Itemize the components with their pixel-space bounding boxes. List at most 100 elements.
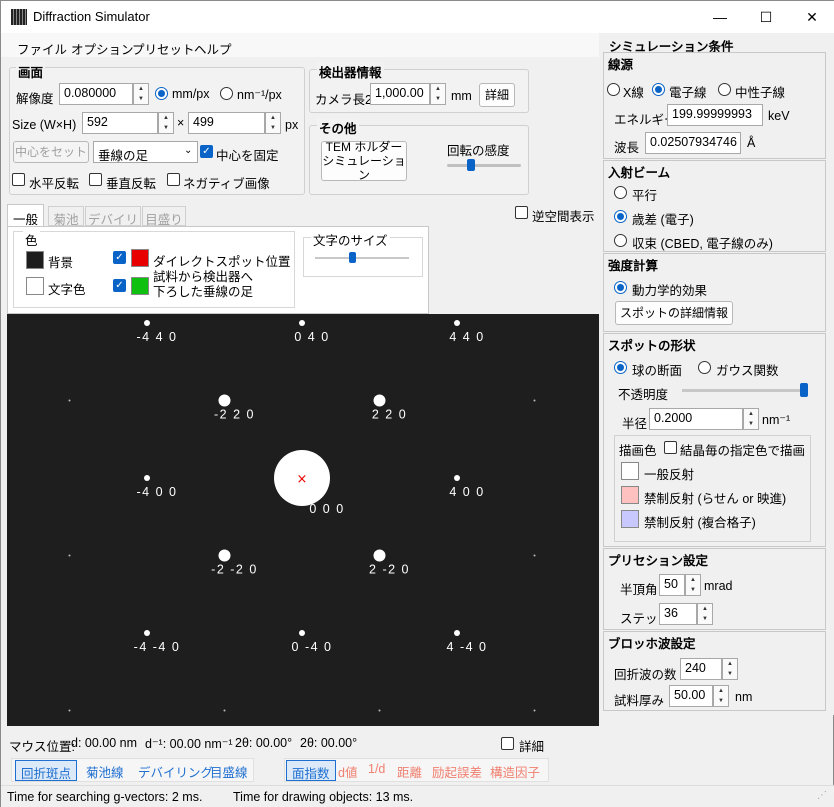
- fix-center-checkbox[interactable]: ✓: [200, 145, 213, 158]
- camera-length-input[interactable]: 1,000.00: [370, 83, 430, 105]
- center-select[interactable]: 垂線の足 ⌄: [93, 141, 198, 163]
- height-input[interactable]: 499: [188, 112, 265, 134]
- general-reflection-swatch[interactable]: [621, 462, 639, 480]
- resize-grip-icon[interactable]: ⋰: [817, 790, 827, 801]
- diffraction-spot[interactable]: [299, 320, 305, 326]
- toggle-distance[interactable]: 距離: [392, 760, 427, 781]
- width-stepper[interactable]: ▲ ▼: [158, 112, 174, 134]
- diffraction-spot[interactable]: [373, 394, 386, 407]
- diffraction-spot[interactable]: [373, 549, 386, 562]
- wavelength-label: 波長: [614, 141, 640, 155]
- width-input[interactable]: 592: [82, 112, 158, 134]
- minimize-button[interactable]: —: [697, 1, 743, 33]
- font-size-slider-track[interactable]: [315, 257, 409, 259]
- half-angle-stepper[interactable]: ▲ ▼: [685, 574, 701, 596]
- wave-count-stepper[interactable]: ▲ ▼: [722, 658, 738, 680]
- menu-options[interactable]: オプション: [71, 39, 134, 58]
- wavelength-input[interactable]: 0.02507934746: [645, 132, 741, 154]
- vflip-checkbox[interactable]: [89, 173, 102, 186]
- diffraction-canvas[interactable]: -4 4 0 0 4 0 4 4 0 -2 2 0 2 2 0 -4 0 0 0 0 0 4 …: [7, 244, 599, 726]
- menu-help[interactable]: ヘルプ: [194, 39, 232, 58]
- reciprocal-checkbox[interactable]: [515, 206, 528, 219]
- toggle-kikuchi[interactable]: 菊池線: [81, 760, 129, 781]
- maximize-button[interactable]: ☐: [743, 1, 789, 33]
- toggle-dvalue[interactable]: d値: [333, 760, 362, 781]
- opacity-slider-track[interactable]: [682, 389, 806, 392]
- tab-debye[interactable]: デバイリン: [85, 206, 141, 246]
- half-angle-input[interactable]: 50: [659, 574, 685, 596]
- parallel-radio[interactable]: [614, 186, 627, 199]
- spot-detail-button[interactable]: スポットの詳細情報: [615, 301, 733, 325]
- height-stepper[interactable]: ▲ ▼: [265, 112, 281, 134]
- diffraction-spot[interactable]: [299, 630, 305, 636]
- foot-color-swatch[interactable]: [131, 277, 149, 295]
- diffraction-spot[interactable]: [454, 475, 460, 481]
- diffraction-spot[interactable]: [144, 630, 150, 636]
- diffraction-spot[interactable]: [218, 394, 231, 407]
- sphere-radio[interactable]: [614, 361, 627, 374]
- unit-nm-radio[interactable]: [220, 87, 233, 100]
- forbidden-complex-swatch[interactable]: [621, 510, 639, 528]
- gauss-radio[interactable]: [698, 361, 711, 374]
- forbidden-screw-swatch[interactable]: [621, 486, 639, 504]
- toggle-spots[interactable]: 回折斑点: [15, 760, 78, 781]
- electron-radio[interactable]: [652, 83, 665, 96]
- negative-checkbox[interactable]: [167, 173, 180, 186]
- precession-radio[interactable]: [614, 210, 627, 223]
- spot-index-label: -4 0 0: [137, 485, 178, 499]
- font-size-slider-thumb[interactable]: [349, 252, 356, 263]
- direct-spot-checkbox[interactable]: ✓: [113, 251, 126, 264]
- resolution-stepper[interactable]: ▲ ▼: [133, 83, 149, 105]
- camera-length-stepper[interactable]: ▲ ▼: [430, 83, 446, 105]
- radius-stepper[interactable]: ▲ ▼: [743, 408, 759, 430]
- neutron-radio[interactable]: [718, 83, 731, 96]
- diffraction-spot[interactable]: [144, 475, 150, 481]
- beam-title: 入射ビーム: [608, 166, 671, 180]
- direct-spot-color-swatch[interactable]: [131, 249, 149, 267]
- dynamic-radio[interactable]: [614, 281, 627, 294]
- toggle-structure-factor[interactable]: 構造因子: [485, 760, 545, 781]
- energy-input[interactable]: 199.99999993: [667, 104, 763, 126]
- radius-input[interactable]: 0.2000: [649, 408, 743, 430]
- mouse-detail-checkbox[interactable]: [501, 737, 514, 750]
- diffraction-spot[interactable]: [218, 549, 231, 562]
- menu-presets[interactable]: プリセット: [132, 39, 195, 58]
- tab-scale[interactable]: 目盛り: [142, 206, 186, 227]
- toggle-inverse-d[interactable]: 1/d: [363, 760, 390, 781]
- detector-detail-button[interactable]: 詳細: [479, 83, 515, 107]
- detector-group-title: 検出器情報: [317, 62, 384, 81]
- converge-radio[interactable]: [614, 234, 627, 247]
- background-color-swatch[interactable]: [26, 251, 44, 269]
- spot-index-label: 2 -2 0: [369, 563, 410, 577]
- tab-general[interactable]: 一般: [7, 204, 44, 227]
- step-input[interactable]: 36: [659, 603, 697, 625]
- diffraction-spot[interactable]: [454, 320, 460, 326]
- per-crystal-checkbox[interactable]: [664, 441, 677, 454]
- text-color-swatch[interactable]: [26, 277, 44, 295]
- rotation-slider-track[interactable]: [447, 164, 521, 167]
- thickness-input[interactable]: 50.00: [669, 685, 713, 707]
- diffraction-spot[interactable]: [454, 630, 460, 636]
- mouse-2theta-1: 2θ: 00.00°: [235, 736, 293, 750]
- tab-kikuchi[interactable]: 菊池: [48, 206, 84, 227]
- toggle-index[interactable]: 面指数: [286, 760, 336, 781]
- toggle-excitation[interactable]: 励起誤差: [427, 760, 487, 781]
- resolution-input[interactable]: 0.080000: [59, 83, 133, 105]
- menu-file[interactable]: ファイル: [17, 39, 67, 58]
- set-center-button[interactable]: 中心をセット: [13, 141, 89, 163]
- diffraction-spot[interactable]: [144, 320, 150, 326]
- wave-count-input[interactable]: 240: [680, 658, 722, 680]
- xray-radio[interactable]: [607, 83, 620, 96]
- unit-mmpx-radio[interactable]: [155, 87, 168, 100]
- rotation-slider-thumb[interactable]: [467, 159, 475, 171]
- toggle-scale[interactable]: 目盛線: [205, 760, 253, 781]
- mm-label: mm: [451, 89, 472, 103]
- opacity-slider-thumb[interactable]: [800, 383, 808, 397]
- foot-checkbox[interactable]: ✓: [113, 279, 126, 292]
- step-stepper[interactable]: ▲ ▼: [697, 603, 713, 625]
- thickness-stepper[interactable]: ▲ ▼: [713, 685, 729, 707]
- tem-holder-button[interactable]: TEM ホルダー シミュレーション: [321, 140, 407, 182]
- hflip-checkbox[interactable]: [12, 173, 25, 186]
- close-button[interactable]: ✕: [789, 1, 834, 33]
- spot-index-label: -4 4 0: [137, 330, 178, 344]
